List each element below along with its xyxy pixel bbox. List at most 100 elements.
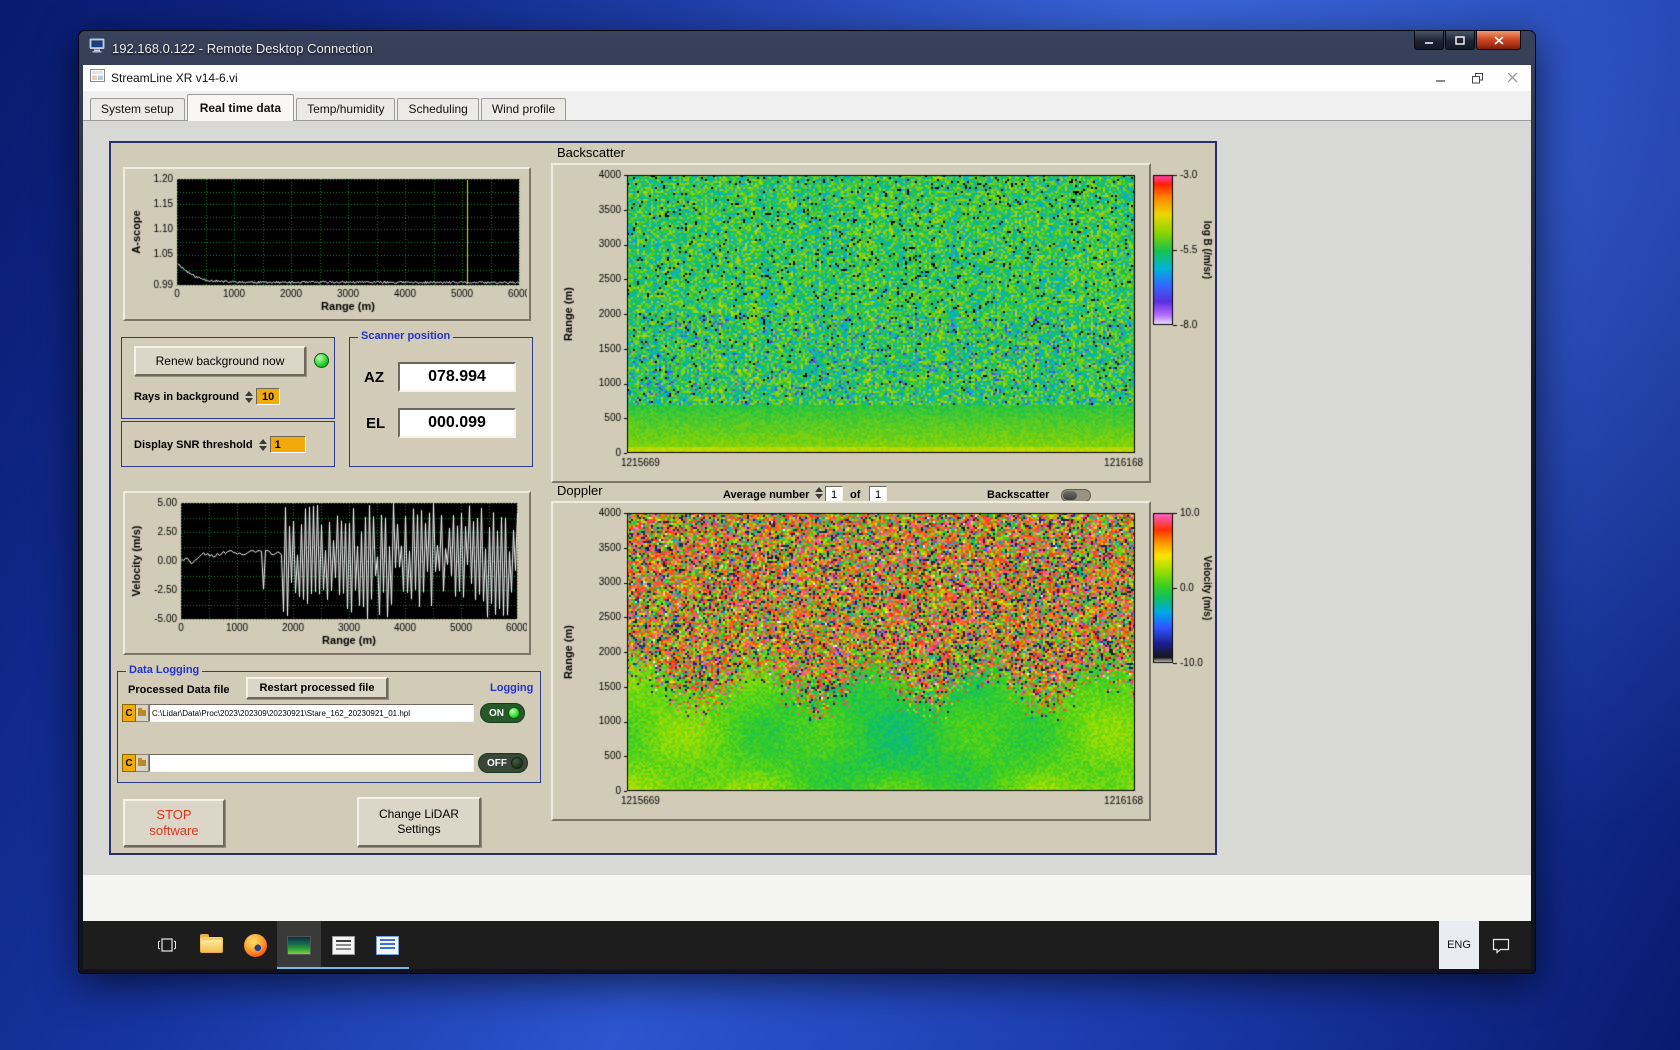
renew-background-led-icon: [314, 353, 329, 368]
tab-wind-profile[interactable]: Wind profile: [480, 98, 567, 120]
raw-path-control: C: [122, 754, 474, 772]
average-number-label: Average number: [723, 489, 810, 501]
minimize-icon: [1425, 41, 1433, 44]
logging-on-led-icon: [508, 707, 520, 719]
tab-real-time-data[interactable]: Real time data: [186, 94, 295, 121]
logging-on-indicator[interactable]: ON: [480, 703, 525, 723]
background-group: Renew background now Rays in background …: [121, 337, 335, 419]
restart-processed-file-button[interactable]: Restart processed file: [246, 677, 388, 699]
rdp-minimize-button[interactable]: [1414, 31, 1444, 50]
app-minimize-button[interactable]: [1423, 65, 1459, 91]
scan-scheduler-icon: [331, 935, 355, 955]
snr-threshold-group: Display SNR threshold 1: [121, 421, 335, 467]
ascope-graph: [127, 171, 527, 317]
doppler-colorbar: [1151, 505, 1217, 681]
az-label: AZ: [364, 369, 384, 386]
raw-folder-browse-icon[interactable]: [136, 754, 149, 772]
backscatter-heatmap-frame: [551, 163, 1151, 483]
firefox-icon: [243, 933, 267, 957]
panel-bottom-margin: [83, 875, 1531, 921]
average-of-label: of: [850, 489, 861, 501]
remote-desktop-session: StreamLine XR v14-6.vi System setup Real…: [83, 65, 1531, 969]
processed-data-file-label: Processed Data file: [128, 684, 230, 696]
el-label: EL: [366, 415, 386, 432]
taskbar-app-icons: [145, 921, 409, 969]
backscatter-title: Backscatter: [557, 145, 625, 160]
backscatter-toggle-label: Backscatter: [987, 489, 1050, 501]
tab-scheduling[interactable]: Scheduling: [397, 98, 479, 120]
doppler-title: Doppler: [557, 483, 603, 498]
language-indicator[interactable]: ENG: [1439, 921, 1479, 969]
app-restore-button[interactable]: [1459, 65, 1495, 91]
backscatter-heatmap: [555, 167, 1147, 479]
processed-path-field[interactable]: C:\Lidar\Data\Proc\2023\202309\20230921\…: [149, 704, 474, 722]
scan-scheduler-button[interactable]: [321, 921, 365, 969]
ascope-graph-frame: [123, 167, 531, 321]
document-window-icon: [375, 935, 399, 955]
tab-system-setup[interactable]: System setup: [90, 98, 185, 120]
lidar-realtime-panel: Renew background now Rays in background …: [109, 141, 1217, 855]
document-app-button[interactable]: [365, 921, 409, 969]
logging-off-indicator[interactable]: OFF: [478, 753, 528, 773]
rdp-maximize-button[interactable]: [1445, 31, 1475, 50]
average-spinner-icon[interactable]: [815, 487, 823, 499]
vi-file-icon: [90, 69, 105, 87]
renew-background-button[interactable]: Renew background now: [134, 346, 306, 376]
stop-button-line1: STOP: [156, 807, 192, 823]
backscatter-colorbar: [1151, 167, 1217, 343]
app-window: StreamLine XR v14-6.vi System setup Real…: [83, 65, 1531, 921]
logging-on-label: ON: [489, 707, 504, 719]
app-titlebar[interactable]: StreamLine XR v14-6.vi: [83, 65, 1531, 91]
tab-strip: System setup Real time data Temp/humidit…: [83, 91, 1531, 121]
snr-value-field[interactable]: 1: [269, 436, 306, 453]
rdp-titlebar[interactable]: 192.168.0.122 - Remote Desktop Connectio…: [79, 31, 1535, 65]
folder-browse-icon[interactable]: [136, 704, 149, 722]
snr-spinner-icon[interactable]: [258, 438, 267, 451]
file-explorer-button[interactable]: [189, 921, 233, 969]
az-value-display: 078.994: [398, 362, 516, 392]
restore-icon: [1471, 72, 1483, 83]
rdp-close-button[interactable]: [1476, 31, 1521, 50]
change-button-line1: Change LiDAR: [378, 807, 460, 821]
scanner-position-group: Scanner position AZ 078.994 EL 000.099: [349, 330, 533, 467]
streamline-app-button[interactable]: [277, 921, 321, 969]
close-icon: [1508, 73, 1518, 83]
data-logging-group: Data Logging Processed Data file Restart…: [117, 664, 541, 783]
logging-off-label: OFF: [487, 757, 507, 769]
task-view-button[interactable]: [145, 921, 189, 969]
front-panel-area: Renew background now Rays in background …: [83, 121, 1531, 921]
rays-value-field[interactable]: 10: [256, 388, 281, 405]
rdp-title: 192.168.0.122 - Remote Desktop Connectio…: [112, 40, 373, 56]
rays-in-background-label: Rays in background: [134, 390, 240, 403]
app-window-buttons: [1423, 65, 1531, 91]
logging-label: Logging: [490, 682, 534, 694]
task-view-icon: [158, 938, 176, 952]
remote-desktop-icon: [89, 38, 105, 58]
raw-path-field[interactable]: [149, 754, 474, 772]
firefox-button[interactable]: [233, 921, 277, 969]
notification-center-icon: [1492, 938, 1510, 954]
raw-drive-letter-box: C: [122, 754, 136, 772]
doppler-heatmap: [555, 505, 1147, 817]
streamline-app-icon: [287, 935, 311, 955]
processed-path-control: C C:\Lidar\Data\Proc\2023\202309\2023092…: [122, 704, 474, 722]
doppler-heatmap-frame: [551, 501, 1151, 821]
app-close-button[interactable]: [1495, 65, 1531, 91]
taskbar-system-tray: ENG: [1439, 921, 1523, 969]
drive-letter-box: C: [122, 704, 136, 722]
el-value-display: 000.099: [398, 408, 516, 438]
taskbar: ENG: [83, 921, 1531, 969]
minimize-icon: [1436, 80, 1445, 82]
change-button-line2: Settings: [397, 822, 441, 836]
snr-threshold-label: Display SNR threshold: [134, 438, 253, 451]
rays-spinner-icon[interactable]: [245, 390, 254, 403]
app-title: StreamLine XR v14-6.vi: [111, 71, 238, 85]
logging-off-led-icon: [511, 757, 523, 769]
rdp-window-buttons: [1413, 31, 1521, 50]
tab-temp-humidity[interactable]: Temp/humidity: [296, 98, 396, 120]
data-logging-title: Data Logging: [126, 664, 203, 676]
notification-center-button[interactable]: [1479, 921, 1523, 969]
file-explorer-icon: [199, 934, 223, 953]
change-lidar-settings-button[interactable]: Change LiDAR Settings: [357, 797, 481, 847]
stop-software-button[interactable]: STOP software: [123, 799, 225, 847]
